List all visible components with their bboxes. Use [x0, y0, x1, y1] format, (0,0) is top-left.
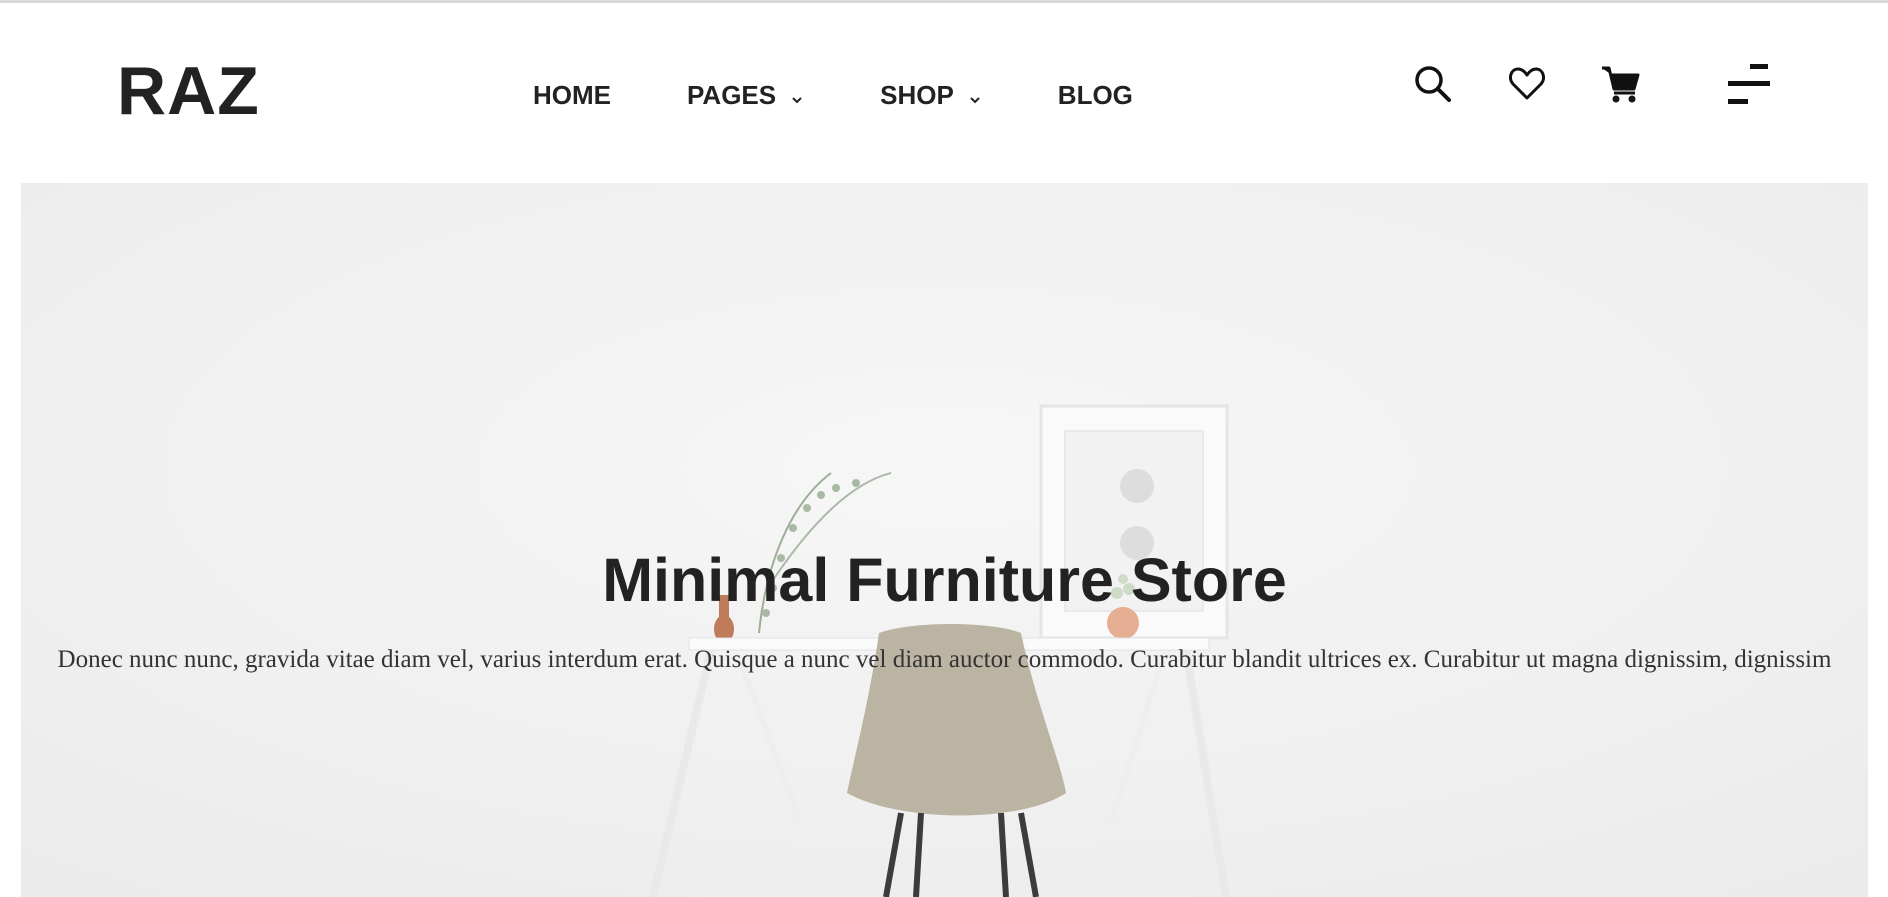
hero-background-image — [21, 183, 1868, 897]
hero-title: Minimal Furniture Store — [602, 546, 1287, 614]
menu-icon[interactable] — [1726, 61, 1772, 107]
nav-item-label: SHOP — [880, 80, 954, 110]
nav-item-blog[interactable]: BLOG — [1058, 77, 1133, 113]
site-header: RAZ HOME PAGES SHOP BLOG — [0, 3, 1888, 183]
hero-banner: Minimal Furniture Store Donec nunc nunc,… — [21, 183, 1868, 897]
heart-icon[interactable] — [1504, 61, 1550, 107]
nav-item-label: HOME — [533, 80, 611, 110]
nav-item-shop[interactable]: SHOP — [880, 77, 982, 113]
cart-icon[interactable] — [1598, 61, 1644, 107]
header-icons — [1410, 61, 1772, 107]
chevron-down-icon — [790, 80, 804, 104]
search-icon[interactable] — [1410, 61, 1456, 107]
nav-item-label: BLOG — [1057, 80, 1133, 110]
chevron-down-icon — [968, 80, 982, 104]
nav-item-home[interactable]: HOME — [533, 77, 611, 113]
nav-item-label: PAGES — [687, 80, 777, 110]
logo[interactable]: RAZ — [117, 51, 260, 131]
main-nav: HOME PAGES SHOP BLOG — [533, 77, 1133, 113]
hero-description: Donec nunc nunc, gravida vitae diam vel,… — [57, 646, 1832, 673]
nav-item-pages[interactable]: PAGES — [687, 77, 804, 113]
